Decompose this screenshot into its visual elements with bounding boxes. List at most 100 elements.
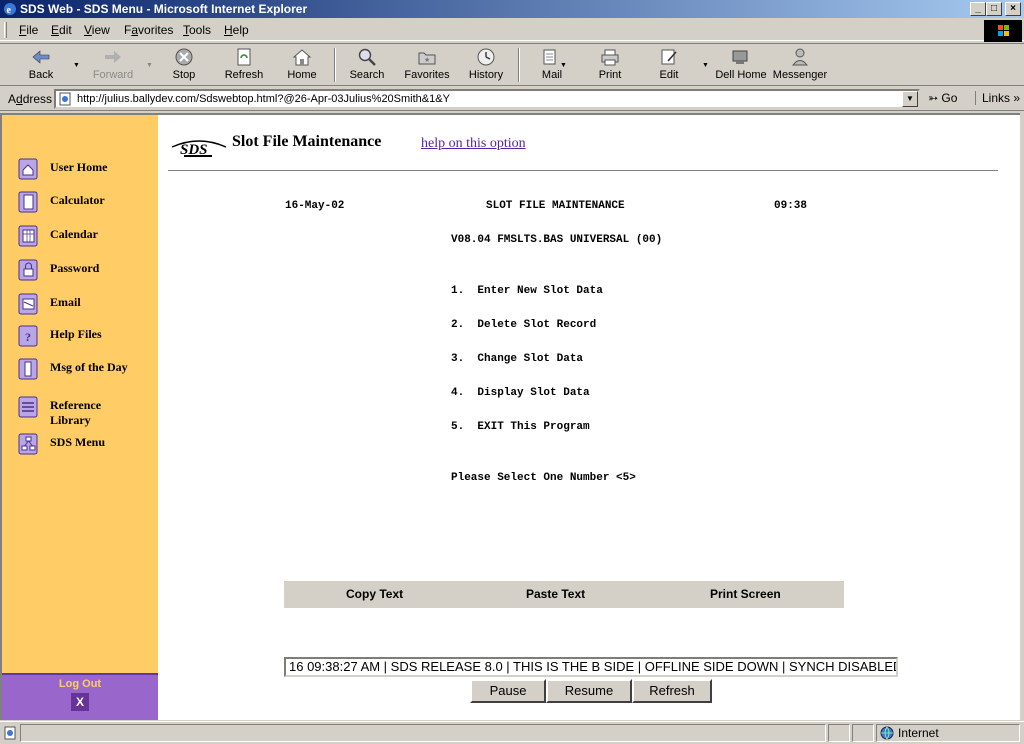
address-url: http://julius.ballydev.com/Sdswebtop.htm…	[77, 93, 450, 105]
pause-button[interactable]: Pause	[470, 679, 546, 703]
status-message	[20, 724, 826, 742]
forward-button[interactable]: Forward	[90, 47, 136, 81]
chevron-right-icon: »	[1013, 91, 1021, 105]
sidebar: User Home Calculator Calendar Password E…	[2, 115, 158, 720]
menu-option[interactable]: 3. Change Slot Data	[451, 353, 583, 365]
stop-icon	[175, 48, 193, 66]
dell-home-icon	[732, 50, 748, 64]
svg-text:★: ★	[424, 56, 430, 64]
help-icon: ?	[18, 325, 38, 347]
window-title: SDS Web - SDS Menu - Microsoft Internet …	[20, 2, 308, 16]
minimize-button[interactable]: _	[970, 2, 986, 16]
print-button[interactable]: Print	[592, 47, 628, 81]
address-bar: Address http://julius.ballydev.com/Sdswe…	[0, 87, 1024, 111]
go-button[interactable]: ➳ Go	[928, 91, 957, 105]
address-label: Address	[8, 92, 53, 106]
print-screen-button[interactable]: Print Screen	[710, 587, 781, 601]
terminal-version: V08.04 FMSLTS.BAS UNIVERSAL (00)	[451, 234, 663, 246]
menu-grip	[4, 22, 7, 38]
favorites-button[interactable]: ★ Favorites	[402, 47, 452, 81]
message-icon	[18, 358, 38, 380]
edit-dropdown-icon[interactable]: ▼	[702, 62, 709, 69]
page-title: Slot File Maintenance	[232, 133, 382, 150]
mail-dropdown-icon[interactable]: ▼	[560, 62, 567, 69]
terminal-prompt[interactable]: Please Select One Number <5>	[451, 472, 636, 484]
toolbar: Back ▼ Forward ▼ Stop Refresh Home Searc…	[0, 43, 1024, 86]
main-panel: SDS Slot File Maintenance help on this o…	[158, 115, 1020, 720]
favorites-folder-icon: ★	[418, 52, 436, 65]
home-icon	[292, 49, 312, 66]
action-bar: Copy Text Paste Text Print Screen	[284, 581, 844, 608]
page-content: User Home Calculator Calendar Password E…	[0, 113, 1020, 720]
browser-window: e SDS Web - SDS Menu - Microsoft Interne…	[0, 0, 1024, 744]
menu-help[interactable]: Help	[224, 23, 249, 37]
search-icon	[358, 48, 376, 66]
calendar-icon	[18, 225, 38, 247]
status-bar: Internet	[0, 721, 1024, 744]
history-clock-icon	[477, 48, 495, 66]
sds-logo: SDS	[171, 140, 227, 158]
edit-icon	[661, 49, 677, 65]
menu-option[interactable]: 1. Enter New Slot Data	[451, 285, 603, 297]
terminal-time: 09:38	[774, 200, 808, 212]
go-arrow-icon: ➳	[928, 91, 939, 105]
windows-flag-icon	[998, 25, 1009, 36]
copy-text-button[interactable]: Copy Text	[346, 587, 403, 601]
close-button[interactable]: ×	[1005, 2, 1021, 16]
zone-label: Internet	[898, 726, 939, 740]
globe-icon	[880, 726, 894, 740]
svg-text:?: ?	[25, 330, 31, 344]
logout-button[interactable]: X	[71, 693, 89, 711]
stop-button[interactable]: Stop	[166, 47, 202, 81]
menu-view[interactable]: View	[84, 23, 110, 37]
paste-text-button[interactable]: Paste Text	[526, 587, 585, 601]
menu-tools[interactable]: Tools	[183, 23, 211, 37]
resume-button[interactable]: Resume	[546, 679, 632, 703]
back-button[interactable]: Back	[22, 47, 60, 81]
page-icon	[59, 92, 71, 106]
forward-dropdown-icon[interactable]: ▼	[146, 62, 153, 69]
messenger-button[interactable]: Messenger	[772, 47, 828, 81]
address-input[interactable]: http://julius.ballydev.com/Sdswebtop.htm…	[54, 89, 920, 109]
maximize-button[interactable]: □	[986, 2, 1002, 16]
divider	[168, 170, 998, 172]
menu-file[interactable]: File	[19, 23, 38, 37]
terminal-date: 16-May-02	[285, 200, 345, 212]
status-cell	[828, 724, 850, 742]
svg-text:e: e	[7, 5, 12, 16]
logout-panel: Log Out X	[2, 673, 158, 720]
help-link[interactable]: help on this option	[421, 136, 526, 152]
menu-option[interactable]: 4. Display Slot Data	[451, 387, 590, 399]
logout-label[interactable]: Log Out	[2, 678, 158, 690]
ticker-refresh-button[interactable]: Refresh	[632, 679, 712, 703]
back-dropdown-icon[interactable]: ▼	[73, 62, 80, 69]
menu-favorites[interactable]: Favorites	[124, 23, 173, 37]
ie-logo-icon: e	[4, 3, 16, 16]
links-button[interactable]: Links »	[975, 91, 1020, 105]
search-button[interactable]: Search	[346, 47, 388, 81]
menu-icon	[18, 433, 38, 455]
printer-icon	[601, 49, 619, 66]
dell-home-button[interactable]: Dell Home	[714, 47, 768, 81]
menu-bar: File Edit View Favorites Tools Help	[0, 19, 1024, 41]
forward-arrow-icon	[105, 51, 121, 63]
menu-edit[interactable]: Edit	[51, 23, 72, 37]
library-icon	[18, 396, 38, 418]
messenger-person-icon	[791, 48, 809, 66]
user-home-icon	[18, 158, 38, 180]
back-arrow-icon	[32, 50, 50, 64]
calculator-icon	[18, 191, 38, 213]
menu-option[interactable]: 5. EXIT This Program	[451, 421, 590, 433]
toolbar-separator	[518, 48, 520, 82]
refresh-icon	[237, 48, 251, 66]
address-dropdown-icon[interactable]: ▼	[902, 91, 918, 107]
edit-button[interactable]: Edit	[652, 47, 686, 81]
title-bar: e SDS Web - SDS Menu - Microsoft Interne…	[0, 0, 1024, 18]
windows-logo	[984, 20, 1022, 42]
history-button[interactable]: History	[466, 47, 506, 81]
terminal-heading: SLOT FILE MAINTENANCE	[486, 200, 625, 212]
menu-option[interactable]: 2. Delete Slot Record	[451, 319, 596, 331]
status-ticker: 16 09:38:27 AM | SDS RELEASE 8.0 | THIS …	[284, 657, 898, 677]
home-button[interactable]: Home	[284, 47, 320, 81]
refresh-button[interactable]: Refresh	[222, 47, 266, 81]
